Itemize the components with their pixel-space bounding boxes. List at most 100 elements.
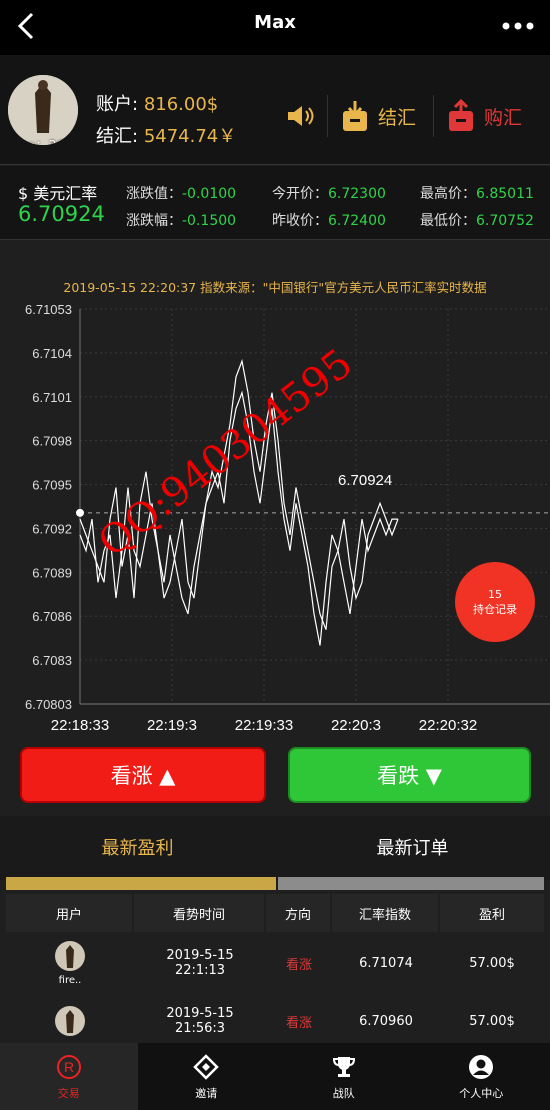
nav-trade[interactable]: R 交易: [0, 1043, 138, 1110]
series-line: [79, 390, 398, 646]
balance-label: 账户:: [96, 94, 139, 115]
row-date: 2019-5-15: [166, 1006, 234, 1021]
x-tick-label: 22:19:33: [235, 717, 293, 734]
low-value: 6.70752: [476, 213, 534, 229]
avatar: [55, 940, 85, 971]
table-row[interactable]: 2019-5-15 21:56:3 看涨 6.70960 57.00$: [6, 992, 544, 1050]
top-bar: Max: [0, 0, 550, 55]
y-tick-label: 6.7104: [32, 346, 72, 361]
change-value: -0.0100: [182, 186, 237, 202]
diamond-link-icon: [193, 1053, 220, 1080]
y-tick-label: 6.7092: [32, 521, 72, 536]
x-tick-label: 22:18:33: [51, 717, 109, 734]
change-pct-value: -0.1500: [182, 213, 237, 229]
row-username: fire..: [58, 974, 82, 986]
y-tick-label: 6.7083: [32, 653, 72, 668]
tab-latest-profit[interactable]: 最新盈利: [0, 816, 275, 878]
avatar[interactable]: fire：361: [8, 75, 78, 145]
prev-close-value: 6.72400: [328, 213, 386, 229]
row-direction: 看涨: [285, 1015, 312, 1031]
col-time: 看势时间: [134, 894, 266, 932]
row-profit: 57.00$: [469, 1013, 515, 1029]
x-tick-label: 22:19:3: [147, 717, 197, 734]
rate-line-chart: 6.71053 6.7104 6.7101 6.7098 6.7095 6.7092 6.7…: [25, 302, 550, 734]
change-label: 涨跌值：: [126, 186, 182, 202]
x-tick-label: 22:20:3: [331, 717, 381, 734]
nav-invite-label: 邀请: [195, 1086, 218, 1100]
buy-button-label: 购汇: [484, 106, 523, 129]
tab-latest-orders[interactable]: 最新订单: [275, 816, 550, 878]
settle-value: 5474.74￥: [143, 126, 237, 147]
nav-profile-label: 个人中心: [459, 1086, 504, 1100]
y-tick-label: 6.7086: [32, 609, 72, 624]
current-value-dot: [76, 508, 84, 517]
balance-row: 账户: 816.00$: [96, 90, 218, 116]
row-user: [6, 992, 134, 1050]
avatar-username: fire：361: [14, 135, 73, 145]
y-tick-label: 6.7101: [32, 390, 72, 405]
open-value: 6.72300: [328, 186, 386, 202]
y-tick-label: 6.71053: [25, 302, 72, 317]
prev-close-stat: 昨收价：6.72400: [272, 210, 386, 230]
row-rate: 6.71074: [359, 955, 413, 971]
rate-panel: $ 美元汇率 6.70924 涨跌值：-0.0100 涨跌幅：-0.1500 今…: [0, 166, 550, 240]
rate-value: 6.70924: [18, 202, 105, 226]
row-rate: 6.70960: [359, 1013, 413, 1029]
row-direction: 看涨: [285, 957, 312, 973]
positions-count: 15: [488, 587, 502, 601]
speaker-icon[interactable]: [285, 101, 315, 131]
balance-value: 816.00$: [143, 94, 219, 115]
table-header: 用户 看势时间 方向 汇率指数 盈利: [6, 894, 544, 932]
row-clock: 21:56:3: [174, 1021, 226, 1036]
y-tick-label: 6.7098: [32, 434, 72, 449]
settle-button[interactable]: 结汇: [340, 95, 416, 137]
row-date: 2019-5-15: [166, 948, 234, 963]
avatar-figure-icon: [66, 1010, 74, 1033]
nav-invite[interactable]: 邀请: [138, 1043, 276, 1110]
tab-indicator-inactive: [278, 877, 544, 890]
account-panel: fire：361 账户: 816.00$ 结汇: 5474.74￥ 结汇 购汇: [0, 55, 550, 165]
nav-team[interactable]: 战队: [275, 1043, 413, 1110]
col-rate: 汇率指数: [332, 894, 440, 932]
tab-indicator-active: [6, 877, 276, 890]
divider: [327, 95, 328, 137]
positions-label: 持仓记录: [473, 602, 517, 616]
change-pct-stat: 涨跌幅：-0.1500: [126, 210, 236, 230]
current-value-label: 6.70924: [338, 472, 392, 489]
y-tick-label: 6.7089: [32, 565, 72, 580]
user-icon: [469, 1054, 494, 1079]
divider: [433, 95, 434, 137]
open-label: 今开价：: [272, 186, 328, 202]
buy-box-icon: [449, 99, 473, 131]
more-options-icon[interactable]: [500, 14, 536, 38]
settle-button-label: 结汇: [378, 106, 417, 129]
rate-title: $ 美元汇率: [18, 184, 98, 203]
prev-close-label: 昨收价：: [272, 213, 328, 229]
buy-down-button[interactable]: 看跌 ▼: [288, 747, 531, 803]
nav-trade-label: 交易: [57, 1086, 80, 1100]
page-title: Max: [254, 12, 296, 33]
settle-box-icon: [343, 101, 367, 131]
high-value: 6.85011: [476, 186, 534, 202]
row-user: fire..: [6, 934, 134, 992]
tabs: 最新盈利 最新订单: [0, 816, 550, 880]
row-time: 2019-5-15 21:56:3: [134, 992, 266, 1050]
col-user: 用户: [6, 894, 134, 932]
low-label: 最低价：: [420, 213, 476, 229]
change-pct-label: 涨跌幅：: [126, 213, 182, 229]
y-tick-label: 6.70803: [25, 697, 72, 712]
positions-record-button[interactable]: 15 持仓记录: [455, 562, 535, 642]
trophy-icon: [332, 1056, 355, 1077]
table-row[interactable]: fire.. 2019-5-15 22:1:13 看涨 6.71074 57.0…: [6, 934, 544, 992]
registered-icon: R: [56, 1054, 81, 1079]
buy-button[interactable]: 购汇: [446, 95, 522, 137]
y-tick-label: 6.7095: [32, 478, 72, 493]
high-stat: 最高价：6.85011: [420, 183, 534, 203]
nav-team-label: 战队: [332, 1086, 355, 1100]
change-stat: 涨跌值：-0.0100: [126, 183, 236, 203]
buy-up-button[interactable]: 看涨 ▲: [20, 747, 266, 803]
avatar: [55, 1006, 85, 1036]
nav-profile[interactable]: 个人中心: [413, 1043, 550, 1110]
open-stat: 今开价：6.72300: [272, 183, 386, 203]
col-direction: 方向: [266, 894, 332, 932]
